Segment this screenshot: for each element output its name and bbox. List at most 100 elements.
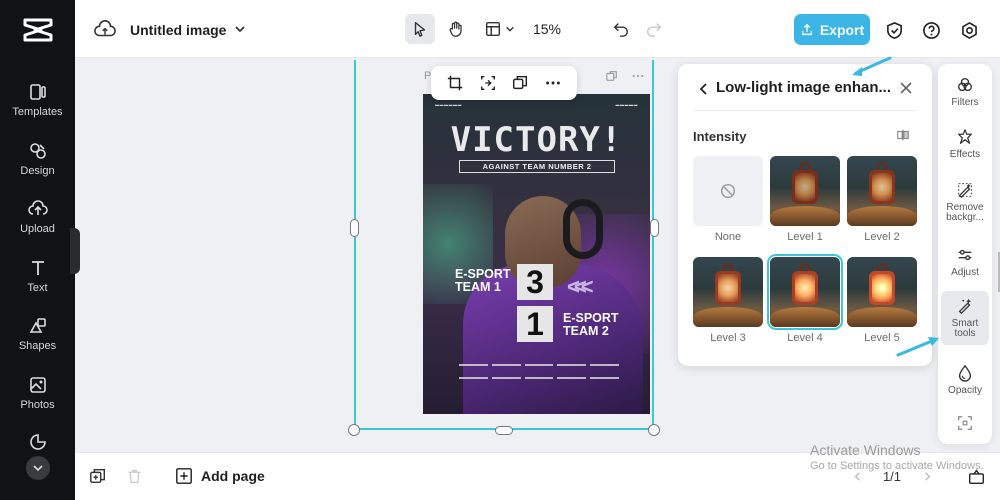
cloud-sync-icon[interactable] (93, 18, 117, 42)
redo-icon (646, 23, 662, 37)
sidebar-item-upload[interactable]: Upload (0, 199, 75, 251)
poster-stats-fine-print (459, 364, 619, 384)
hand-tool-button[interactable] (441, 14, 471, 44)
poster-headline: VICTORY! (450, 120, 623, 160)
rail-item-adjust[interactable]: Adjust (941, 246, 989, 278)
select-tool-button[interactable] (405, 14, 435, 44)
poster-subheadline: AGAINST TEAM NUMBER 2 (459, 160, 615, 173)
intensity-option-label: None (714, 231, 742, 243)
hand-icon (449, 21, 462, 37)
chevron-down-icon (33, 465, 43, 472)
add-page-icon (176, 468, 192, 484)
shield-check-icon (886, 21, 902, 39)
sidebar-item-photos[interactable]: Photos (0, 375, 75, 427)
rail-item-effects[interactable]: Effects (941, 128, 989, 160)
poster-score-team2: 1 (517, 306, 553, 342)
sidebar-item-label: Text (27, 282, 48, 294)
panel-divider (694, 110, 916, 111)
intensity-option-label: Level 2 (864, 231, 900, 243)
help-button[interactable] (918, 17, 944, 43)
intensity-option-label: Level 4 (787, 332, 823, 344)
more-options-icon[interactable] (544, 74, 562, 92)
settings-button[interactable] (956, 17, 982, 43)
duplicate-page-button[interactable] (87, 465, 109, 487)
resize-handle-left[interactable] (350, 219, 359, 237)
intensity-option-level-2[interactable] (847, 156, 917, 226)
layout-icon (485, 21, 500, 37)
rail-item-label: Smart tools (951, 318, 979, 339)
text-icon (31, 261, 44, 275)
add-page-button[interactable]: Add page (175, 465, 265, 487)
sidebar-scroll-down-button[interactable] (26, 456, 50, 480)
redo-button[interactable] (641, 16, 667, 42)
close-panel-button[interactable] (898, 80, 916, 98)
intensity-option-level-3[interactable] (693, 257, 763, 327)
sidebar-item-shapes[interactable]: Shapes (0, 316, 75, 368)
sidebar-item-templates[interactable]: Templates (0, 82, 75, 134)
sidebar-item-text[interactable]: Text (0, 258, 75, 310)
activate-windows-subtitle: Go to Settings to activate Windows. (810, 460, 984, 472)
export-button[interactable]: Export (794, 14, 870, 45)
flip-icon[interactable] (479, 74, 497, 92)
duplicate-page-icon[interactable] (606, 70, 618, 82)
sidebar-collapse-handle[interactable] (70, 228, 80, 274)
intensity-option-level-5[interactable] (847, 257, 917, 327)
intensity-option-level-1[interactable] (770, 156, 840, 226)
sidebar-item-design[interactable]: Design (0, 141, 75, 193)
document-title[interactable]: Untitled image (130, 18, 226, 42)
trash-icon (128, 469, 140, 483)
compare-icon (897, 129, 909, 141)
resize-handle-bottom[interactable] (495, 426, 513, 435)
rail-item-opacity[interactable]: Opacity (941, 364, 989, 396)
layout-dropdown[interactable] (479, 14, 519, 44)
zoom-level[interactable]: 15% (527, 14, 567, 44)
title-chevron-down-icon[interactable] (231, 20, 249, 38)
close-icon (900, 82, 912, 94)
resize-handle-right[interactable] (650, 219, 659, 237)
filters-icon (958, 78, 972, 92)
undo-button[interactable] (608, 16, 634, 42)
annotation-arrow-icon (852, 56, 892, 76)
resize-handle-bottom-right[interactable] (648, 424, 660, 436)
sidebar-item-label: Templates (12, 106, 63, 118)
crop-icon[interactable] (446, 74, 464, 92)
design-icon (29, 143, 46, 159)
rail-item-label: Remove backgr... (946, 202, 984, 223)
rail-item-filters[interactable]: Filters (941, 76, 989, 108)
intensity-option-label: Level 1 (787, 231, 823, 243)
top-bar: Untitled image 15% Export (75, 0, 1000, 58)
capcut-logo-icon[interactable] (22, 16, 54, 44)
shapes-icon (29, 318, 46, 333)
sidebar-item-label: Shapes (18, 340, 57, 352)
intensity-option-level-4[interactable] (767, 254, 843, 330)
opacity-icon (958, 364, 972, 382)
rail-item-label: Opacity (948, 385, 982, 396)
chevron-left-icon (699, 83, 707, 95)
compare-button[interactable] (896, 128, 912, 144)
undo-icon (613, 23, 629, 37)
sidebar-item-label: Design (20, 165, 55, 177)
panel-title: Low-light image enhan... (716, 79, 892, 96)
remove-background-icon (958, 183, 972, 199)
back-button[interactable] (696, 81, 712, 97)
intensity-option-none[interactable] (693, 156, 763, 226)
rail-item-more[interactable] (941, 414, 989, 436)
resize-handle-bottom-left[interactable] (348, 424, 360, 436)
cursor-arrow-icon (414, 22, 426, 37)
rail-item-remove-background[interactable]: Remove backgr... (941, 181, 989, 223)
activate-windows-watermark: Activate Windows Go to Settings to activ… (810, 442, 984, 474)
templates-icon (29, 84, 46, 100)
rail-item-label: Adjust (951, 267, 979, 278)
rail-item-label: Filters (951, 97, 979, 108)
duplicate-icon (90, 468, 106, 484)
poster-team1: E-SPORT TEAM 1 (455, 268, 511, 294)
activate-windows-title: Activate Windows (810, 442, 921, 458)
more-options-icon[interactable] (632, 70, 644, 82)
poster-team1-line2: TEAM 1 (455, 280, 501, 294)
arrange-icon[interactable] (511, 74, 529, 92)
shield-button[interactable] (881, 17, 907, 43)
upload-icon (27, 200, 48, 215)
delete-page-button[interactable] (123, 465, 145, 487)
poster-image[interactable]: ▬▬▬▬▬▬ ▬▬▬▬▬ VICTORY! AGAINST TEAM NUMBER… (423, 94, 650, 414)
rail-item-smart-tools[interactable]: Smart tools (941, 291, 989, 345)
